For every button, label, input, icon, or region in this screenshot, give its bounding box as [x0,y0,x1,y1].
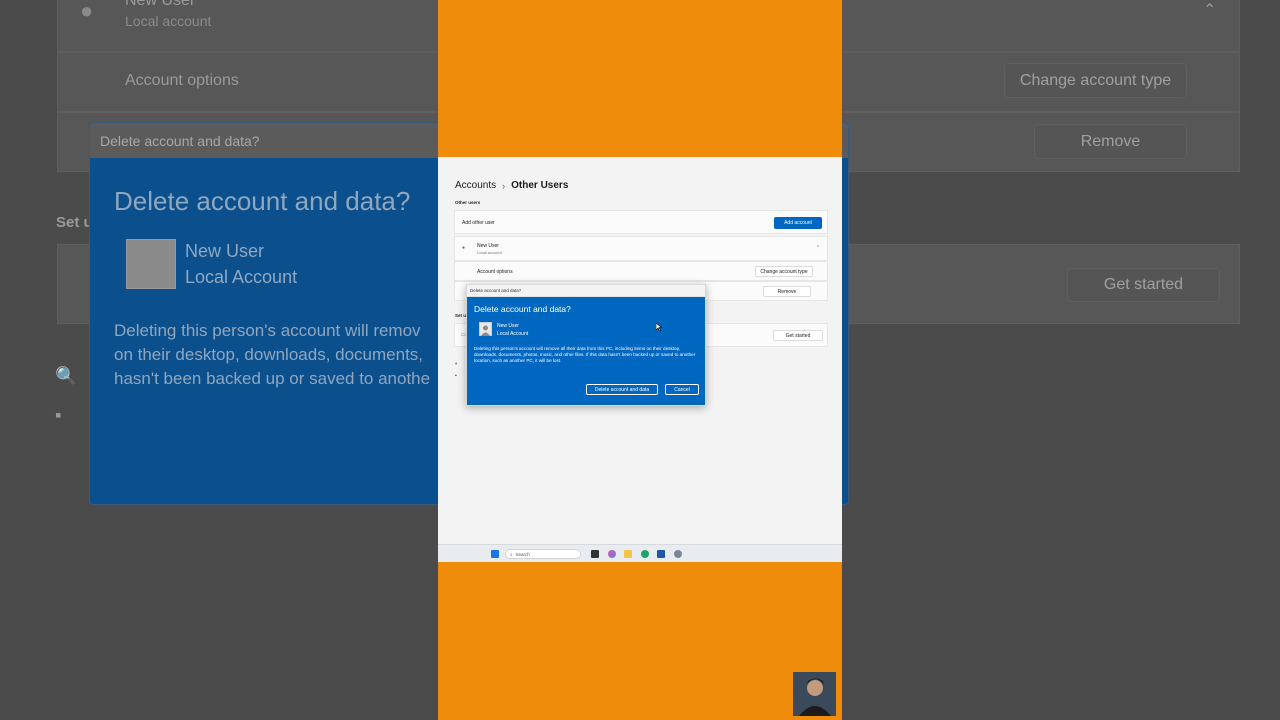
bg-dialog-body-line-1: Deleting this person's account will remo… [114,321,421,340]
mouse-cursor-icon [656,323,662,331]
dialog-body: Deleting this person's account will remo… [474,346,696,363]
user-icon: ● [462,245,466,251]
bg-user-name: New User [125,0,196,9]
add-other-user-label: Add other user [462,220,495,226]
breadcrumb-chevron-icon: › [502,180,506,191]
windows-start-icon[interactable] [491,550,499,558]
bg-remove-button: Remove [1034,124,1187,159]
user-card[interactable]: ● New User Local account ⌃ [454,236,828,261]
bg-help-icon: 🔍 [55,366,78,386]
settings-gear-icon[interactable] [674,550,682,558]
bg-dialog-body-line-3: hasn't been backed up or saved to anothe [114,369,431,388]
chevron-up-icon[interactable]: ⌃ [816,245,820,251]
dialog-titlebar: Delete account and data? [467,285,705,297]
bg-chevron-up-icon: ⌃ [1203,2,1217,19]
remove-button[interactable]: Remove [763,286,811,297]
taskbar: ⌕ Search [438,544,842,562]
file-explorer-icon[interactable] [624,550,632,558]
dialog-user-info: New User Local Account [497,322,528,338]
dialog-avatar [479,322,492,336]
cancel-button[interactable]: Cancel [665,384,699,395]
bg-set-label: Set u [56,214,93,231]
bg-get-started-button: Get started [1067,268,1220,302]
other-users-heading: Other users [455,200,481,205]
search-icon: ⌕ [510,551,513,557]
dialog-title: Delete account and data? [474,304,571,314]
delete-account-and-data-button[interactable]: Delete account and data [586,384,658,395]
bg-user-type: Local account [125,13,212,29]
bg-change-account-type-button: Change account type [1004,63,1187,98]
give-feedback-icon[interactable]: ▪ [455,373,457,379]
video-frame: Accounts › Other Users Other users Add o… [438,0,842,720]
breadcrumb-accounts[interactable]: Accounts [455,180,496,191]
task-view-icon[interactable] [591,550,599,558]
person-icon [481,325,490,336]
settings-screenshot: Accounts › Other Users Other users Add o… [438,157,842,562]
delete-account-dialog: Delete account and data? Delete account … [466,284,706,406]
dialog-user-name: New User [497,323,519,329]
add-account-button[interactable]: Add account [774,217,822,229]
user-card-name: New User [477,243,499,249]
taskbar-search-box[interactable]: ⌕ Search [505,549,581,559]
taskbar-search-placeholder: Search [515,551,530,557]
presenter-image [793,672,836,716]
change-account-type-button[interactable]: Change account type [755,266,813,277]
get-help-icon[interactable]: ◐ [455,361,458,367]
bg-dialog-user-type: Local Account [185,267,298,287]
user-card-type: Local account [477,250,502,255]
add-other-user-card: Add other user Add account [454,210,828,234]
copilot-icon[interactable] [608,550,616,558]
edge-icon[interactable] [641,550,649,558]
bg-user-icon: ● [80,0,94,23]
account-options-row: Account options Change account type [454,261,828,281]
webcam-overlay [793,672,836,716]
bg-account-options-label: Account options [125,72,239,89]
bg-dialog-title: Delete account and data? [114,186,411,216]
bg-dialog-body-line-2: on their desktop, downloads, documents, [114,345,424,364]
set-up-heading: Set u [455,313,467,318]
get-started-button[interactable]: Get started [773,330,823,341]
store-icon[interactable] [657,550,665,558]
bg-dialog-user-name: New User [185,241,265,261]
dialog-user-type: Local Account [497,331,529,337]
account-options-label: Account options [477,269,513,275]
bg-feedback-icon: ▪ [55,405,62,425]
breadcrumb: Accounts › Other Users [455,180,568,191]
breadcrumb-current: Other Users [511,180,569,191]
bg-dialog-avatar [126,239,176,289]
